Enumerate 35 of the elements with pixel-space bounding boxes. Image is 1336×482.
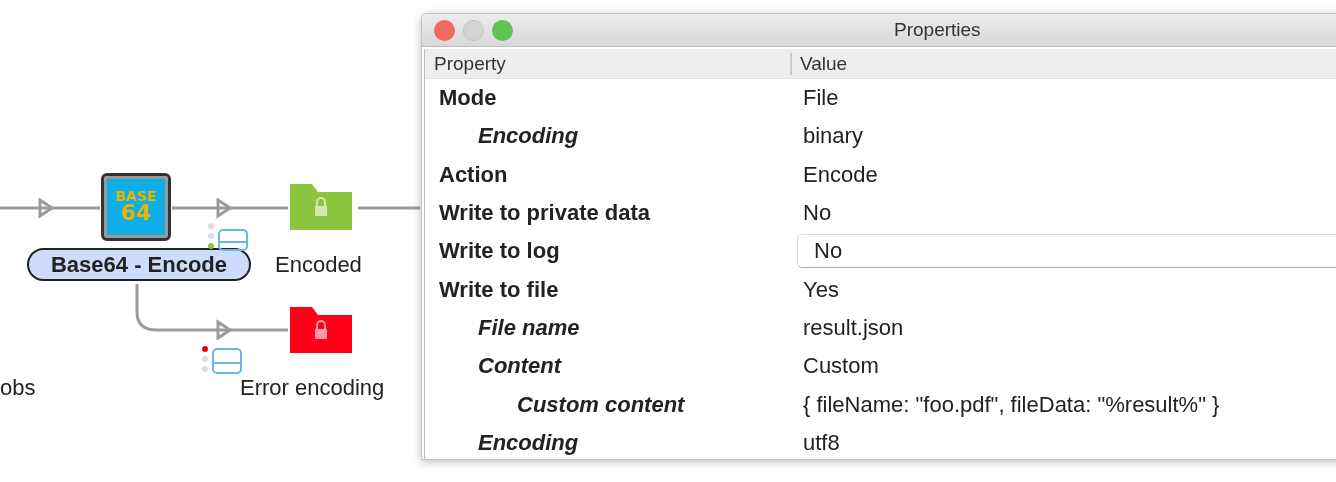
property-value: { fileName: "foo.pdf", fileData: "%result%" } [803, 391, 1220, 417]
value-input-field[interactable]: No [797, 234, 1336, 269]
close-button[interactable] [434, 19, 455, 41]
window-title: Properties [894, 19, 981, 41]
property-value: Yes [803, 276, 839, 302]
folder-label: Encoded [275, 252, 362, 278]
zoom-button[interactable] [492, 19, 513, 41]
property-value: File [803, 85, 839, 111]
column-header[interactable]: Value [792, 52, 848, 75]
locked-folder-icon[interactable] [290, 307, 352, 353]
property-value: No [803, 200, 832, 226]
property-name: Write to file [439, 276, 559, 303]
property-name: Write to log [439, 238, 560, 265]
node-label-text: obs [0, 375, 36, 401]
folder-label: Error encoding [240, 375, 385, 401]
drive-status-icon [207, 222, 251, 252]
locked-folder-icon[interactable] [290, 184, 352, 230]
column-header[interactable]: Property [425, 52, 792, 75]
property-name: Write to private data [439, 200, 651, 227]
property-name: Encoding [478, 429, 579, 456]
property-name: Custom content [517, 391, 685, 418]
property-name: Encoding [478, 123, 579, 150]
property-name: Content [478, 353, 562, 380]
property-value: Encode [803, 161, 878, 187]
node-label[interactable]: Base64 - Encode [27, 248, 251, 281]
property-value: Custom [803, 353, 879, 379]
property-name: Mode [439, 85, 497, 112]
connector-line [358, 206, 420, 210]
property-value: binary [803, 123, 863, 149]
property-value: result.json [803, 314, 904, 340]
property-value: utf8 [803, 429, 840, 455]
minimize-button[interactable] [463, 19, 484, 41]
property-name: Action [439, 161, 508, 188]
drive-status-icon [201, 345, 245, 375]
property-name: File name [478, 314, 580, 341]
